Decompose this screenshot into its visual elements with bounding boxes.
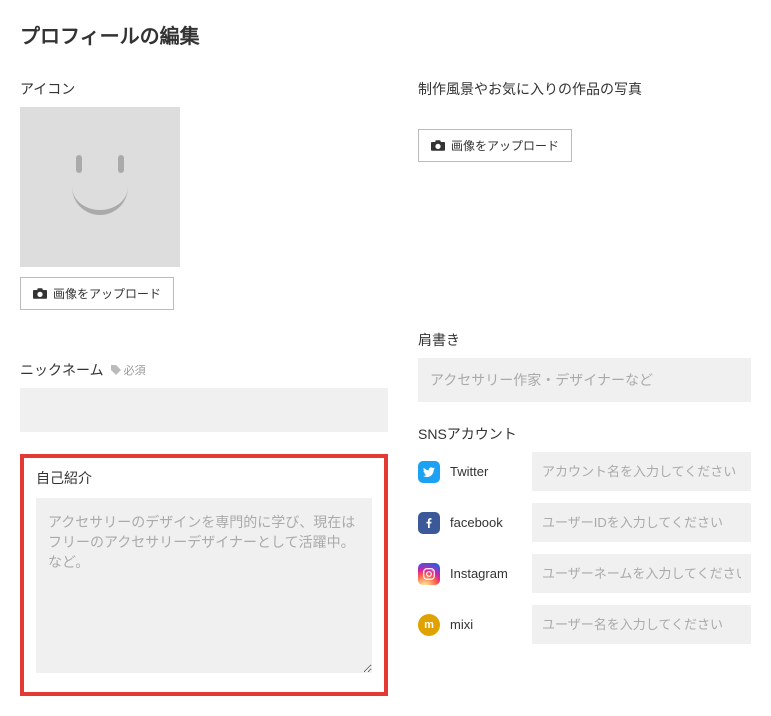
titlefield-input[interactable] bbox=[418, 358, 751, 402]
required-tag: 必須 bbox=[110, 362, 146, 378]
nickname-label: ニックネーム bbox=[20, 360, 104, 380]
sns-row-instagram: Instagram bbox=[418, 554, 751, 593]
mixi-icon: m bbox=[418, 614, 440, 636]
avatar-upload-button[interactable]: 画像をアップロード bbox=[20, 277, 174, 310]
bio-textarea[interactable] bbox=[36, 498, 372, 673]
twitter-input[interactable] bbox=[532, 452, 751, 491]
page-title: プロフィールの編集 bbox=[20, 20, 751, 49]
sns-label: SNSアカウント bbox=[418, 424, 751, 444]
photo-section: 制作風景やお気に入りの作品の写真 画像をアップロード bbox=[418, 79, 751, 162]
photo-upload-button[interactable]: 画像をアップロード bbox=[418, 129, 572, 162]
sns-row-twitter: Twitter bbox=[418, 452, 751, 491]
avatar-placeholder bbox=[20, 107, 180, 267]
sns-row-mixi: m mixi bbox=[418, 605, 751, 644]
mixi-input[interactable] bbox=[532, 605, 751, 644]
photo-upload-label: 画像をアップロード bbox=[451, 137, 559, 154]
avatar-upload-label: 画像をアップロード bbox=[53, 285, 161, 302]
titlefield-label: 肩書き bbox=[418, 330, 751, 350]
instagram-label: Instagram bbox=[450, 566, 522, 581]
camera-icon bbox=[33, 288, 47, 299]
avatar-section: アイコン 画像をアップロード bbox=[20, 79, 388, 310]
titlefield-section: 肩書き bbox=[418, 330, 751, 402]
facebook-icon bbox=[418, 512, 440, 534]
sns-row-facebook: facebook bbox=[418, 503, 751, 542]
nickname-section: ニックネーム 必須 bbox=[20, 360, 388, 432]
nickname-input[interactable] bbox=[20, 388, 388, 432]
instagram-icon bbox=[418, 563, 440, 585]
avatar-face-icon bbox=[50, 137, 150, 237]
bio-highlight-box: 自己紹介 bbox=[20, 454, 388, 696]
mixi-label: mixi bbox=[450, 617, 522, 632]
tag-icon bbox=[110, 364, 122, 376]
instagram-input[interactable] bbox=[532, 554, 751, 593]
sns-section: SNSアカウント Twitter facebook Instagr bbox=[418, 424, 751, 644]
facebook-input[interactable] bbox=[532, 503, 751, 542]
photo-label: 制作風景やお気に入りの作品の写真 bbox=[418, 79, 751, 99]
avatar-label: アイコン bbox=[20, 79, 388, 99]
twitter-label: Twitter bbox=[450, 464, 522, 479]
camera-icon bbox=[431, 140, 445, 151]
twitter-icon bbox=[418, 461, 440, 483]
bio-label: 自己紹介 bbox=[36, 468, 372, 488]
facebook-label: facebook bbox=[450, 515, 522, 530]
